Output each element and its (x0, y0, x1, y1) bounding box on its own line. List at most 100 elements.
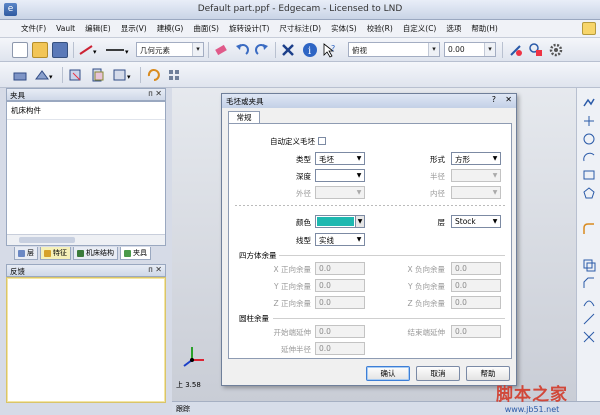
svg-text:▾: ▾ (49, 73, 53, 81)
menu-file[interactable]: 文件(F) (16, 23, 51, 34)
menu-geometry[interactable]: 建模(G) (152, 23, 189, 34)
x-neg-label: X 负向余量 (407, 265, 445, 274)
extension-radius-input: 0.0 (315, 342, 365, 355)
y-pos-label: Y 正向余量 (274, 282, 311, 291)
circle-icon[interactable] (582, 132, 596, 146)
tab-features[interactable]: 特征 (40, 247, 71, 260)
menu-vault[interactable]: Vault (51, 24, 80, 33)
erase-icon[interactable] (213, 42, 229, 58)
info-icon[interactable]: i (302, 42, 318, 58)
extension-radius-label: 延伸半径 (281, 345, 311, 354)
color-dropdown-icon[interactable]: ▼ (355, 216, 364, 227)
radius-select: ▼ (451, 169, 501, 182)
close-icon[interactable]: ✕ (505, 95, 512, 104)
depth-value-select[interactable]: 0.00 ▾ (444, 42, 496, 57)
save-icon[interactable] (52, 42, 68, 58)
z-neg-label: Z 负向余量 (407, 299, 445, 308)
settings-gear-icon[interactable] (548, 42, 564, 58)
new-file-icon[interactable] (12, 42, 28, 58)
entity-type-select[interactable]: 几何元素 ▾ (136, 42, 204, 57)
menu-turn-design[interactable]: 旋转设计(T) (224, 23, 274, 34)
redo-icon[interactable] (254, 42, 270, 58)
open-folder-icon[interactable] (32, 42, 48, 58)
z-pos-input: 0.0 (315, 296, 365, 309)
menu-surface[interactable]: 曲面(S) (188, 23, 224, 34)
right-toolbar (576, 88, 600, 401)
panel-pin-close-icon[interactable]: ᴨ ✕ (148, 265, 162, 274)
end-extension-input: 0.0 (451, 325, 501, 338)
svg-text:▾: ▾ (127, 73, 131, 81)
menu-solid[interactable]: 实体(S) (326, 23, 362, 34)
undo-icon[interactable] (234, 42, 250, 58)
type-select[interactable]: 毛坯 ▼ (315, 152, 365, 165)
layer-select[interactable]: Stock ▼ (451, 215, 501, 228)
feature-finder-icon[interactable] (12, 67, 28, 83)
window-title: Default part.ppf - Edgecam - Licensed to… (197, 4, 403, 14)
divider (235, 205, 507, 206)
ok-button[interactable]: 确认 (366, 366, 410, 381)
y-pos-input: 0.0 (315, 279, 365, 292)
outer-diameter-select: ▼ (315, 186, 365, 199)
help-button[interactable]: 帮助 (466, 366, 510, 381)
menu-edit[interactable]: 编辑(E) (80, 23, 116, 34)
svg-text:i: i (308, 46, 311, 57)
move-icon[interactable] (582, 96, 596, 110)
menu-customize[interactable]: 自定义(C) (398, 23, 442, 34)
color-label: 颜色 (296, 218, 311, 227)
menu-dimension[interactable]: 尺寸标注(D) (274, 23, 326, 34)
fixtures-tree: 机床构件 (6, 101, 166, 246)
restore-window-icon[interactable] (582, 22, 596, 35)
regenerate-icon[interactable] (146, 67, 162, 83)
color-picker[interactable]: ▼ (315, 215, 365, 228)
auto-define-label: 自动定义毛坯 (270, 137, 315, 146)
tab-machine-structure[interactable]: 机床结构 (73, 247, 118, 260)
rectangle-icon[interactable] (582, 168, 596, 182)
offset-icon[interactable] (582, 258, 596, 272)
pen-color-icon[interactable]: ▾ (78, 42, 100, 58)
polygon-icon[interactable] (582, 186, 596, 200)
workplane-icon[interactable] (528, 42, 544, 58)
menu-options[interactable]: 选项 (441, 23, 466, 34)
horizontal-scrollbar[interactable] (7, 234, 165, 245)
tree-item-machine-parts[interactable]: 机床构件 (7, 102, 165, 120)
fillet-icon[interactable] (582, 222, 596, 236)
menu-help[interactable]: 帮助(H) (466, 23, 503, 34)
y-neg-label: Y 负向余量 (408, 282, 445, 291)
help-question-icon[interactable]: ? (492, 95, 496, 104)
depth-select[interactable]: ▼ (315, 169, 365, 182)
auto-define-checkbox[interactable] (318, 137, 326, 145)
fixtures-panel-header: 夹具 ᴨ ✕ (6, 88, 166, 101)
menu-view[interactable]: 显示(V) (116, 23, 152, 34)
feedback-panel-header: 反馈 ᴨ ✕ (6, 264, 166, 277)
arc-icon[interactable] (582, 150, 596, 164)
cancel-x-icon[interactable] (280, 42, 296, 58)
line-icon[interactable] (582, 312, 596, 326)
point-icon[interactable] (582, 114, 596, 128)
whats-this-icon[interactable]: ? (322, 42, 338, 58)
inner-diameter-select: ▼ (451, 186, 501, 199)
panel-tabs: 层 特征 机床结构 夹具 (14, 246, 151, 261)
status-bar: 跟踪 (172, 401, 600, 415)
trim-icon[interactable] (582, 294, 596, 308)
menu-verify[interactable]: 校验(R) (362, 23, 398, 34)
tab-fixtures[interactable]: 夹具 (120, 247, 151, 260)
panel-pin-close-icon[interactable]: ᴨ ✕ (148, 89, 162, 98)
cross-lines-icon[interactable] (582, 330, 596, 344)
x-pos-input: 0.0 (315, 262, 365, 275)
datum-icon[interactable]: ▾ (112, 67, 134, 83)
tab-layers[interactable]: 层 (14, 247, 38, 260)
line-style-icon[interactable]: ▾ (104, 42, 132, 58)
view-select[interactable]: 俯视 ▾ (348, 42, 440, 57)
cancel-button[interactable]: 取消 (416, 366, 460, 381)
toolpath-icon[interactable]: ▾ (34, 67, 56, 83)
stock-icon[interactable] (68, 67, 84, 83)
shape-select[interactable]: 方形 ▼ (451, 152, 501, 165)
layout-grid-icon[interactable] (166, 67, 182, 83)
chamfer-icon[interactable] (582, 276, 596, 290)
radius-label: 半径 (430, 172, 445, 181)
outer-diameter-label: 外径 (296, 189, 311, 198)
fixture-icon[interactable] (90, 67, 106, 83)
cpl-icon[interactable] (508, 42, 524, 58)
depth-label: 深度 (296, 172, 311, 181)
linetype-select[interactable]: 实线 ▼ (315, 233, 365, 246)
